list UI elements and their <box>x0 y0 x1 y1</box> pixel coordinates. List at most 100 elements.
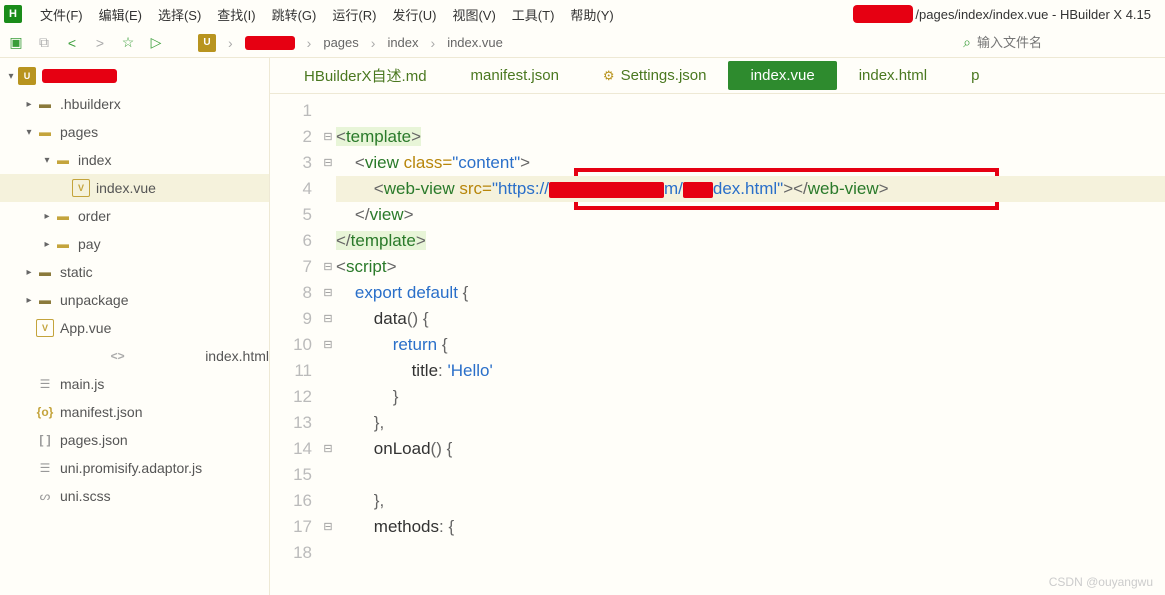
editor-tab[interactable]: index.html <box>837 61 949 90</box>
tree-item[interactable]: ▸[ ]pages.json <box>0 426 269 454</box>
tree-item[interactable]: ▾▬pages <box>0 118 269 146</box>
tree-item-label: index.html <box>205 348 269 364</box>
chevron-right-icon: › <box>431 35 436 51</box>
js-icon: ☰ <box>36 375 54 393</box>
tree-item[interactable]: ▾U <box>0 62 269 90</box>
proj-icon: U <box>18 67 36 85</box>
code-line[interactable] <box>336 462 1165 488</box>
menu-item[interactable]: 工具(T) <box>504 2 563 27</box>
code-line[interactable]: return { <box>336 332 1165 358</box>
menu-item[interactable]: 选择(S) <box>150 2 209 27</box>
breadcrumb-item[interactable]: index <box>387 35 418 50</box>
menu-item[interactable]: 发行(U) <box>384 2 444 27</box>
tree-item[interactable]: ▸☰main.js <box>0 370 269 398</box>
code-line[interactable]: export default { <box>336 280 1165 306</box>
editor-tab[interactable]: ⚙ Settings.json <box>581 61 729 90</box>
code-line[interactable]: title: 'Hello' <box>336 358 1165 384</box>
fold-marker-icon[interactable]: ⊟ <box>320 306 336 332</box>
chevron-down-icon[interactable]: ▾ <box>4 71 18 82</box>
brackets-icon: [ ] <box>36 431 54 449</box>
editor-tab[interactable]: HBuilderX自述.md <box>282 59 449 92</box>
tree-item[interactable]: ▸▬order <box>0 202 269 230</box>
nav-back-icon[interactable]: < <box>64 35 80 51</box>
tree-item-label: index <box>78 152 111 168</box>
code-line[interactable]: }, <box>336 488 1165 514</box>
menu-item[interactable]: 运行(R) <box>324 2 384 27</box>
vue-icon: V <box>72 179 90 197</box>
menu-item[interactable]: 跳转(G) <box>264 2 325 27</box>
breadcrumb-item[interactable]: pages <box>323 35 358 50</box>
code-line[interactable]: onLoad() { <box>336 436 1165 462</box>
code-line[interactable]: <template> <box>336 124 1165 150</box>
tree-item[interactable]: ▸Vindex.vue <box>0 174 269 202</box>
tree-item[interactable]: ▸<>index.html <box>0 342 269 370</box>
fold-marker-icon[interactable]: ⊟ <box>320 436 336 462</box>
chevron-down-icon[interactable]: ▾ <box>40 155 54 166</box>
chevron-right-icon[interactable]: ▸ <box>22 295 36 306</box>
breadcrumb-item[interactable]: index.vue <box>447 35 503 50</box>
search-icon[interactable]: ⌕ <box>963 34 971 51</box>
tab-label: Settings.json <box>621 67 707 84</box>
code-line[interactable]: </template> <box>336 228 1165 254</box>
code-icon: <> <box>36 347 199 365</box>
tree-item[interactable]: ▸▬static <box>0 258 269 286</box>
code-line[interactable]: <view class="content"> <box>336 150 1165 176</box>
tree-item-label: index.vue <box>96 180 156 196</box>
tree-item-label: App.vue <box>60 320 111 336</box>
chevron-down-icon[interactable]: ▾ <box>22 127 36 138</box>
chevron-right-icon[interactable]: ▸ <box>40 211 54 222</box>
fold-marker-icon[interactable]: ⊟ <box>320 124 336 150</box>
editor-tab[interactable]: index.vue <box>728 61 836 90</box>
menu-item[interactable]: 编辑(E) <box>91 2 150 27</box>
folder-dark-icon: ▬ <box>36 95 54 113</box>
tree-item[interactable]: ▸▬.hbuilderx <box>0 90 269 118</box>
copy-icon[interactable]: ⧉ <box>36 35 52 51</box>
code-content[interactable]: <template> <view class="content"> <web-v… <box>336 98 1165 595</box>
menu-item[interactable]: 视图(V) <box>444 2 503 27</box>
code-line[interactable]: }, <box>336 410 1165 436</box>
fold-marker-icon[interactable]: ⊟ <box>320 254 336 280</box>
redacted-crumb <box>245 36 295 50</box>
chevron-right-icon[interactable]: ▸ <box>40 239 54 250</box>
watermark: CSDN @ouyangwu <box>1049 575 1153 589</box>
fold-marker-icon[interactable]: ⊟ <box>320 280 336 306</box>
fold-marker-icon <box>320 410 336 436</box>
chevron-right-icon[interactable]: ▸ <box>22 99 36 110</box>
gear-icon: ⚙ <box>603 68 615 84</box>
file-search-input[interactable] <box>977 35 1157 50</box>
code-line[interactable]: </view> <box>336 202 1165 228</box>
fold-marker-icon[interactable]: ⊟ <box>320 514 336 540</box>
editor-tab[interactable]: manifest.json <box>449 61 581 90</box>
tree-item[interactable]: ▸VApp.vue <box>0 314 269 342</box>
tree-item[interactable]: ▸▬unpackage <box>0 286 269 314</box>
tab-label: index.html <box>859 67 927 84</box>
tree-item[interactable]: ▸{o}manifest.json <box>0 398 269 426</box>
tree-item[interactable]: ▸▬pay <box>0 230 269 258</box>
nav-forward-icon[interactable]: > <box>92 35 108 51</box>
menu-item[interactable]: 查找(I) <box>209 2 263 27</box>
menu-item[interactable]: 文件(F) <box>32 2 91 27</box>
folder-dark-icon: ▬ <box>36 291 54 309</box>
fold-marker-icon[interactable]: ⊟ <box>320 332 336 358</box>
code-line[interactable]: <web-view src="https://m/dex.html"></web… <box>336 176 1165 202</box>
star-icon[interactable]: ☆ <box>120 35 136 51</box>
menu-item[interactable]: 帮助(Y) <box>562 2 621 27</box>
tree-item[interactable]: ▸☰uni.promisify.adaptor.js <box>0 454 269 482</box>
code-line[interactable]: methods: { <box>336 514 1165 540</box>
code-line[interactable] <box>336 98 1165 124</box>
code-line[interactable]: } <box>336 384 1165 410</box>
save-icon[interactable]: ▣ <box>8 35 24 51</box>
code-editor[interactable]: 123456789101112131415161718 ⊟⊟⊟⊟⊟⊟⊟⊟ <te… <box>270 94 1165 595</box>
code-line[interactable]: data() { <box>336 306 1165 332</box>
fold-marker-icon[interactable]: ⊟ <box>320 150 336 176</box>
chevron-right-icon[interactable]: ▸ <box>22 267 36 278</box>
folder-dark-icon: ▬ <box>36 263 54 281</box>
tree-item[interactable]: ▾▬index <box>0 146 269 174</box>
js-icon: ☰ <box>36 459 54 477</box>
breadcrumb-project-icon[interactable]: U <box>198 34 216 52</box>
run-icon[interactable]: ▷ <box>148 35 164 51</box>
code-line[interactable]: <script> <box>336 254 1165 280</box>
tree-item[interactable]: ▸ᔕuni.scss <box>0 482 269 510</box>
editor-tab[interactable]: p <box>949 61 1001 90</box>
code-line[interactable] <box>336 540 1165 566</box>
